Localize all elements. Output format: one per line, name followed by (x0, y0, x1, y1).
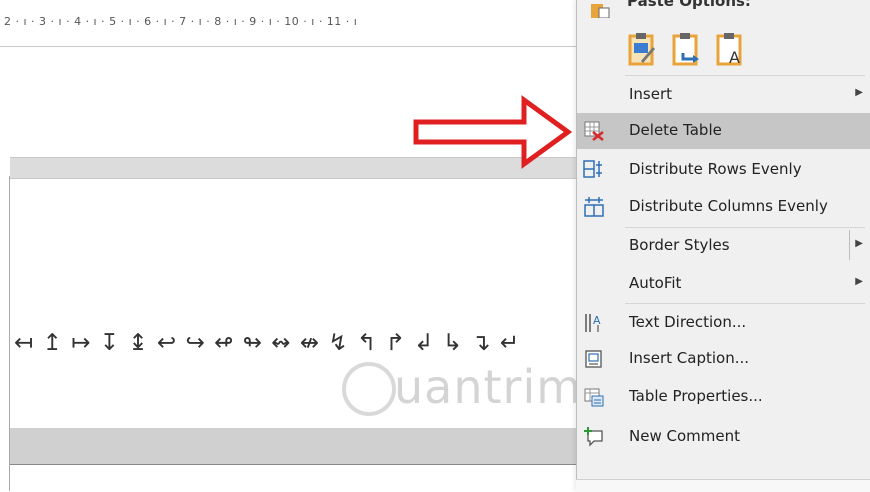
menu-item-label: Table Properties... (629, 387, 763, 405)
menu-item-label: New Comment (629, 427, 740, 445)
text-direction-icon: A (585, 314, 601, 332)
menu-item-delete-table[interactable]: Delete Table (577, 113, 870, 149)
paste-options-group: A (627, 31, 745, 67)
menu-item-label: Distribute Columns Evenly (629, 197, 828, 215)
mini-toolbar-edge (576, 479, 870, 492)
distribute-columns-icon (584, 197, 604, 217)
distribute-rows-icon (583, 160, 602, 178)
insert-caption-icon (585, 350, 602, 368)
split-button-divider (849, 230, 850, 260)
merge-formatting-icon[interactable] (671, 31, 701, 67)
table-properties-icon (584, 388, 604, 407)
menu-item-label: Insert Caption... (629, 349, 750, 367)
menu-item-label: Distribute Rows Evenly (629, 160, 802, 178)
menu-item-label: Delete Table (629, 121, 722, 139)
submenu-arrow-icon: ▶ (855, 238, 863, 249)
menu-item-border-styles[interactable]: Border Styles ▶ (577, 228, 870, 264)
menu-item-label: AutoFit (629, 274, 682, 292)
menu-separator (625, 75, 865, 76)
menu-item-label: Border Styles (629, 236, 730, 254)
menu-item-text-direction[interactable]: A Text Direction... (577, 305, 870, 341)
menu-item-autofit[interactable]: AutoFit ▶ (577, 266, 870, 302)
menu-item-distribute-columns[interactable]: Distribute Columns Evenly (577, 189, 870, 225)
red-pointer-arrow-icon (413, 95, 572, 169)
ruler-numbers: 2 · ı · 3 · ı · 4 · ı · 5 · ı · 6 · ı · … (4, 15, 358, 28)
submenu-arrow-icon: ▶ (855, 87, 863, 98)
delete-table-icon (584, 121, 604, 141)
svg-text:A: A (593, 314, 601, 327)
paste-icon (591, 4, 610, 18)
horizontal-ruler: 2 · ı · 3 · ı · 4 · ı · 5 · ı · 6 · ı · … (0, 0, 580, 47)
menu-item-label: Text Direction... (629, 313, 747, 331)
menu-item-table-properties[interactable]: Table Properties... (577, 379, 870, 415)
svg-text:A: A (729, 48, 740, 67)
new-comment-icon (584, 427, 603, 447)
menu-item-label: Insert (629, 85, 673, 103)
menu-separator (625, 303, 865, 304)
menu-item-insert-caption[interactable]: Insert Caption... (577, 341, 870, 377)
keep-source-formatting-icon[interactable] (627, 31, 657, 67)
menu-item-insert[interactable]: Insert ▶ (577, 77, 870, 113)
keep-text-only-icon[interactable]: A (715, 31, 745, 67)
arrow-symbols-text: ↤ ↥ ↦ ↧ ↨ ↩ ↪ ↫ ↬ ↭ ↮ ↯ ↰ ↱ ↲ ↳ ↴ ↵ (14, 330, 521, 356)
paste-options-label: Paste Options: (627, 0, 751, 10)
menu-item-distribute-rows[interactable]: Distribute Rows Evenly (577, 152, 870, 188)
menu-item-new-comment[interactable]: New Comment (577, 419, 870, 455)
context-menu: Paste Options: A Insert ▶ Delete Table D… (576, 0, 870, 491)
submenu-arrow-icon: ▶ (855, 276, 863, 287)
